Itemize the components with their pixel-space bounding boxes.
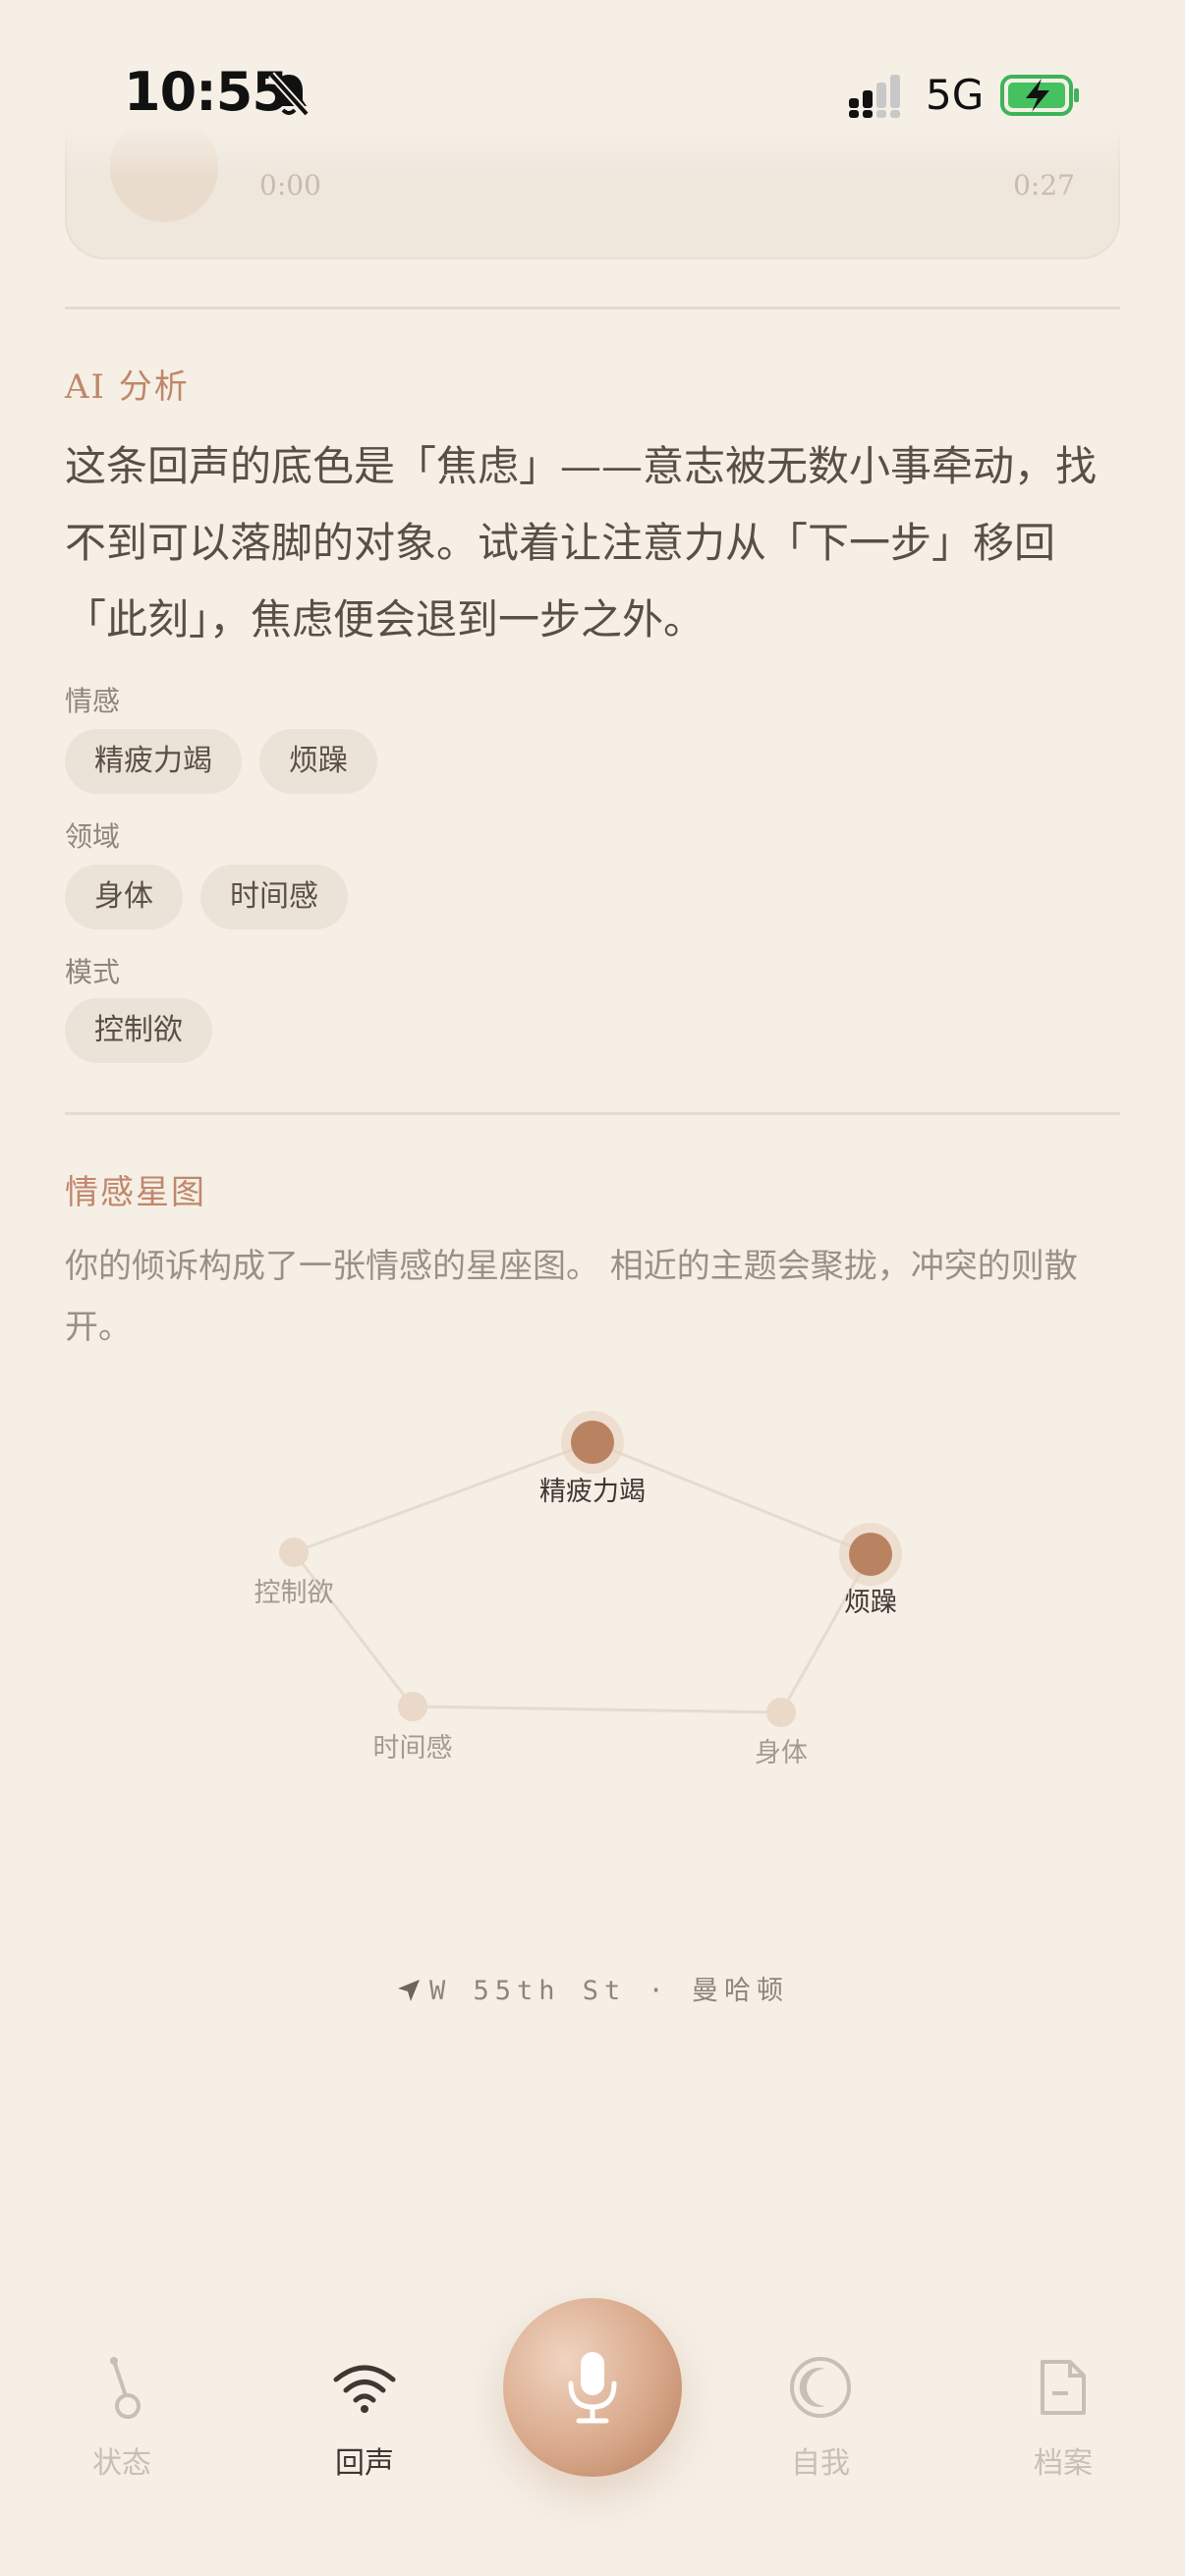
- tag-chip[interactable]: 精疲力竭: [65, 729, 242, 794]
- divider: [65, 1112, 1120, 1115]
- tab-label: 档案: [1034, 2446, 1093, 2481]
- tag-chip[interactable]: 时间感: [200, 865, 348, 929]
- tab-label: 回声: [335, 2446, 394, 2481]
- tab-self[interactable]: 自我: [742, 2348, 899, 2482]
- document-icon: [1041, 2360, 1086, 2415]
- location-arrow-icon: [397, 1980, 420, 2001]
- star-node[interactable]: [766, 1698, 796, 1727]
- analysis-text: 这条回声的底色是「焦虑」——意志被无数小事牵动，找不到可以落脚的对象。试着让注意…: [65, 442, 1098, 644]
- wifi-signal-icon: [333, 2365, 396, 2413]
- star-node-label: 精疲力竭: [539, 1477, 646, 1507]
- crescent-moon-icon: [790, 2357, 851, 2418]
- tab-bar: 状态 回声 自我 档案: [0, 2289, 1185, 2576]
- emotion-star-map: 精疲力竭 烦躁 身体 时间感 控制欲: [254, 1411, 902, 1768]
- bell-muted-icon: [268, 72, 310, 117]
- starmap-title: 情感星图: [65, 1173, 206, 1212]
- star-node[interactable]: [849, 1533, 892, 1576]
- tag-chip[interactable]: 身体: [65, 865, 183, 929]
- tag-group-label: 领域: [65, 820, 121, 853]
- battery-charging-icon: [1000, 75, 1079, 116]
- tab-archive[interactable]: 档案: [985, 2348, 1142, 2482]
- status-bar: 10:55 5G: [0, 0, 1185, 177]
- tab-status[interactable]: 状态: [43, 2348, 200, 2482]
- microphone-icon: [568, 2352, 617, 2424]
- location: W 55th St · 曼哈顿: [0, 1969, 1185, 2007]
- starmap-description: 你的倾诉构成了一张情感的星座图。 相近的主题会聚拢，冲突的则散开。: [65, 1247, 1078, 1347]
- tab-echo[interactable]: 回声: [286, 2348, 443, 2482]
- star-node[interactable]: [571, 1421, 614, 1464]
- tag-group-label: 情感: [65, 685, 121, 717]
- analysis-title: AI 分析: [65, 367, 190, 407]
- location-text: W 55th St · 曼哈顿: [428, 1976, 790, 2006]
- network-type: 5G: [926, 71, 985, 119]
- star-node-label: 时间感: [373, 1733, 453, 1764]
- tab-label: 自我: [791, 2446, 850, 2481]
- star-node-label: 身体: [755, 1738, 808, 1768]
- pendulum-icon: [110, 2357, 141, 2419]
- tag-row-emotion: 精疲力竭 烦躁: [65, 729, 377, 794]
- star-node-label: 控制欲: [254, 1578, 334, 1608]
- tag-chip[interactable]: 烦躁: [259, 729, 377, 794]
- star-node[interactable]: [279, 1538, 309, 1567]
- tag-group-label: 模式: [65, 956, 121, 988]
- tag-row-domain: 身体 时间感: [65, 865, 348, 929]
- tag-row-pattern: 控制欲: [65, 998, 212, 1063]
- status-time: 10:55: [124, 61, 289, 123]
- cellular-signal-icon: [849, 75, 900, 118]
- divider: [65, 307, 1120, 309]
- tag-chip[interactable]: 控制欲: [65, 998, 212, 1063]
- record-button[interactable]: [503, 2298, 682, 2477]
- tab-label: 状态: [92, 2446, 151, 2481]
- star-node-label: 烦躁: [844, 1588, 897, 1618]
- star-node[interactable]: [398, 1692, 427, 1721]
